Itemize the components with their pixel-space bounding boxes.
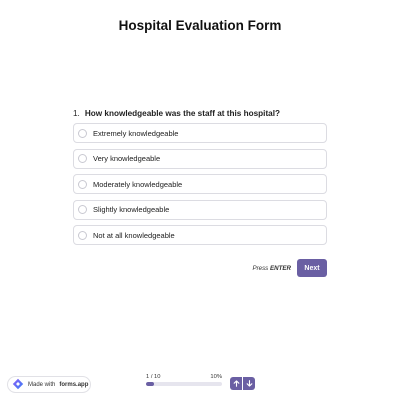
question-nav (230, 377, 255, 390)
hint-prefix: Press (252, 264, 269, 272)
forms-app-logo-icon (12, 378, 24, 392)
made-with-badge[interactable]: Made with forms.app (7, 376, 91, 393)
arrow-up-icon (233, 380, 239, 387)
radio-circle-icon[interactable] (78, 205, 87, 215)
option-label: Not at all knowledgeable (93, 230, 175, 240)
option-very-knowledgeable[interactable]: Very knowledgeable (73, 148, 327, 169)
option-label: Slightly knowledgeable (93, 205, 170, 215)
option-label: Extremely knowledgeable (93, 128, 179, 138)
previous-question-button[interactable] (230, 377, 242, 390)
radio-circle-icon[interactable] (78, 154, 87, 164)
progress-percent: 10% (210, 374, 222, 380)
option-moderately-knowledgeable[interactable]: Moderately knowledgeable (73, 174, 327, 195)
option-extremely-knowledgeable[interactable]: Extremely knowledgeable (73, 123, 327, 143)
progress-fill (146, 382, 154, 386)
progress-count: 1 / 10 (146, 374, 161, 380)
option-not-at-all-knowledgeable[interactable]: Not at all knowledgeable (73, 225, 327, 246)
hint-key: ENTER (270, 264, 291, 272)
arrow-down-icon (246, 380, 252, 387)
option-label: Very knowledgeable (93, 154, 161, 164)
question-text: How knowledgeable was the staff at this … (84, 109, 281, 118)
radio-circle-icon[interactable] (78, 128, 87, 138)
badge-prefix: Made with (28, 381, 56, 388)
option-slightly-knowledgeable[interactable]: Slightly knowledgeable (73, 199, 327, 220)
next-question-button[interactable] (243, 377, 255, 390)
question-number: 1. (73, 109, 80, 118)
question-heading: 1. How knowledgeable was the staff at th… (73, 109, 333, 118)
badge-brand: forms.app (59, 381, 89, 388)
next-button[interactable]: Next (297, 259, 327, 277)
progress-track (146, 382, 222, 386)
answer-options: Extremely knowledgeable Very knowledgeab… (73, 123, 327, 251)
option-label: Moderately knowledgeable (93, 179, 183, 189)
radio-circle-icon[interactable] (78, 230, 87, 240)
radio-circle-icon[interactable] (78, 179, 87, 189)
next-row: Press ENTER Next (73, 259, 327, 277)
form-title: Hospital Evaluation Form (118, 18, 282, 33)
progress-indicator: 1 / 10 10% (146, 374, 222, 386)
keyboard-hint: Press ENTER (252, 265, 291, 272)
